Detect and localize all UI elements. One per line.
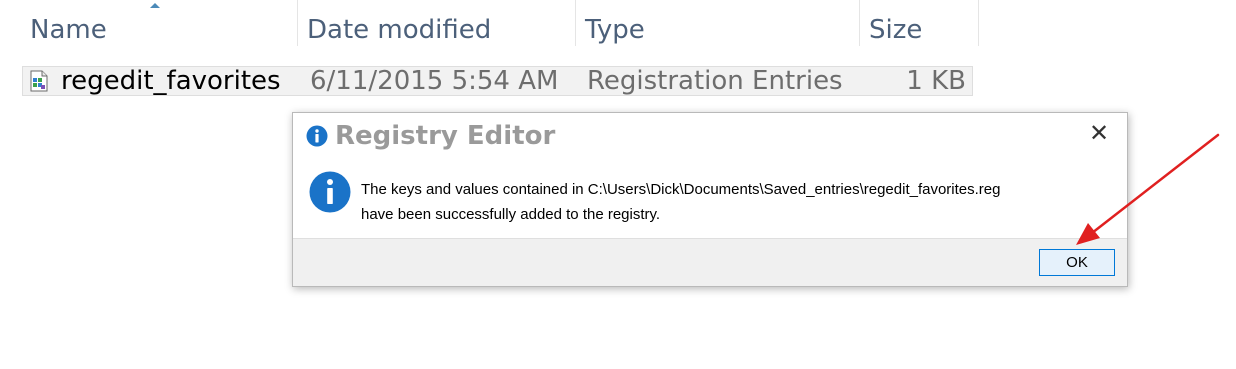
dialog-message: The keys and values contained in C:\User… [361,177,1121,227]
dialog-footer: OK [293,238,1127,286]
column-header-size[interactable]: Size [861,0,979,46]
file-type: Registration Entries [587,66,843,96]
info-title-icon [306,125,328,147]
dialog-message-line-1: The keys and values contained in C:\User… [361,181,1001,198]
file-row[interactable]: regedit_favorites 6/11/2015 5:54 AM Regi… [22,66,973,96]
column-header-row: Name Date modified Type Size [0,0,980,46]
registry-file-icon [30,70,48,92]
column-header-date-modified[interactable]: Date modified [299,0,576,46]
dialog-title: Registry Editor [335,121,556,151]
column-header-type[interactable]: Type [577,0,860,46]
registry-editor-dialog: Registry Editor ✕ The keys and values co… [292,112,1128,287]
file-name: regedit_favorites [61,66,281,96]
column-header-name[interactable]: Name [22,0,298,46]
annotation-arrow-icon [1076,133,1220,245]
file-size: 1 KB [906,66,966,96]
info-icon [309,171,351,213]
dialog-message-line-2: have been successfully added to the regi… [361,206,661,223]
file-date-modified: 6/11/2015 5:54 AM [310,66,559,96]
